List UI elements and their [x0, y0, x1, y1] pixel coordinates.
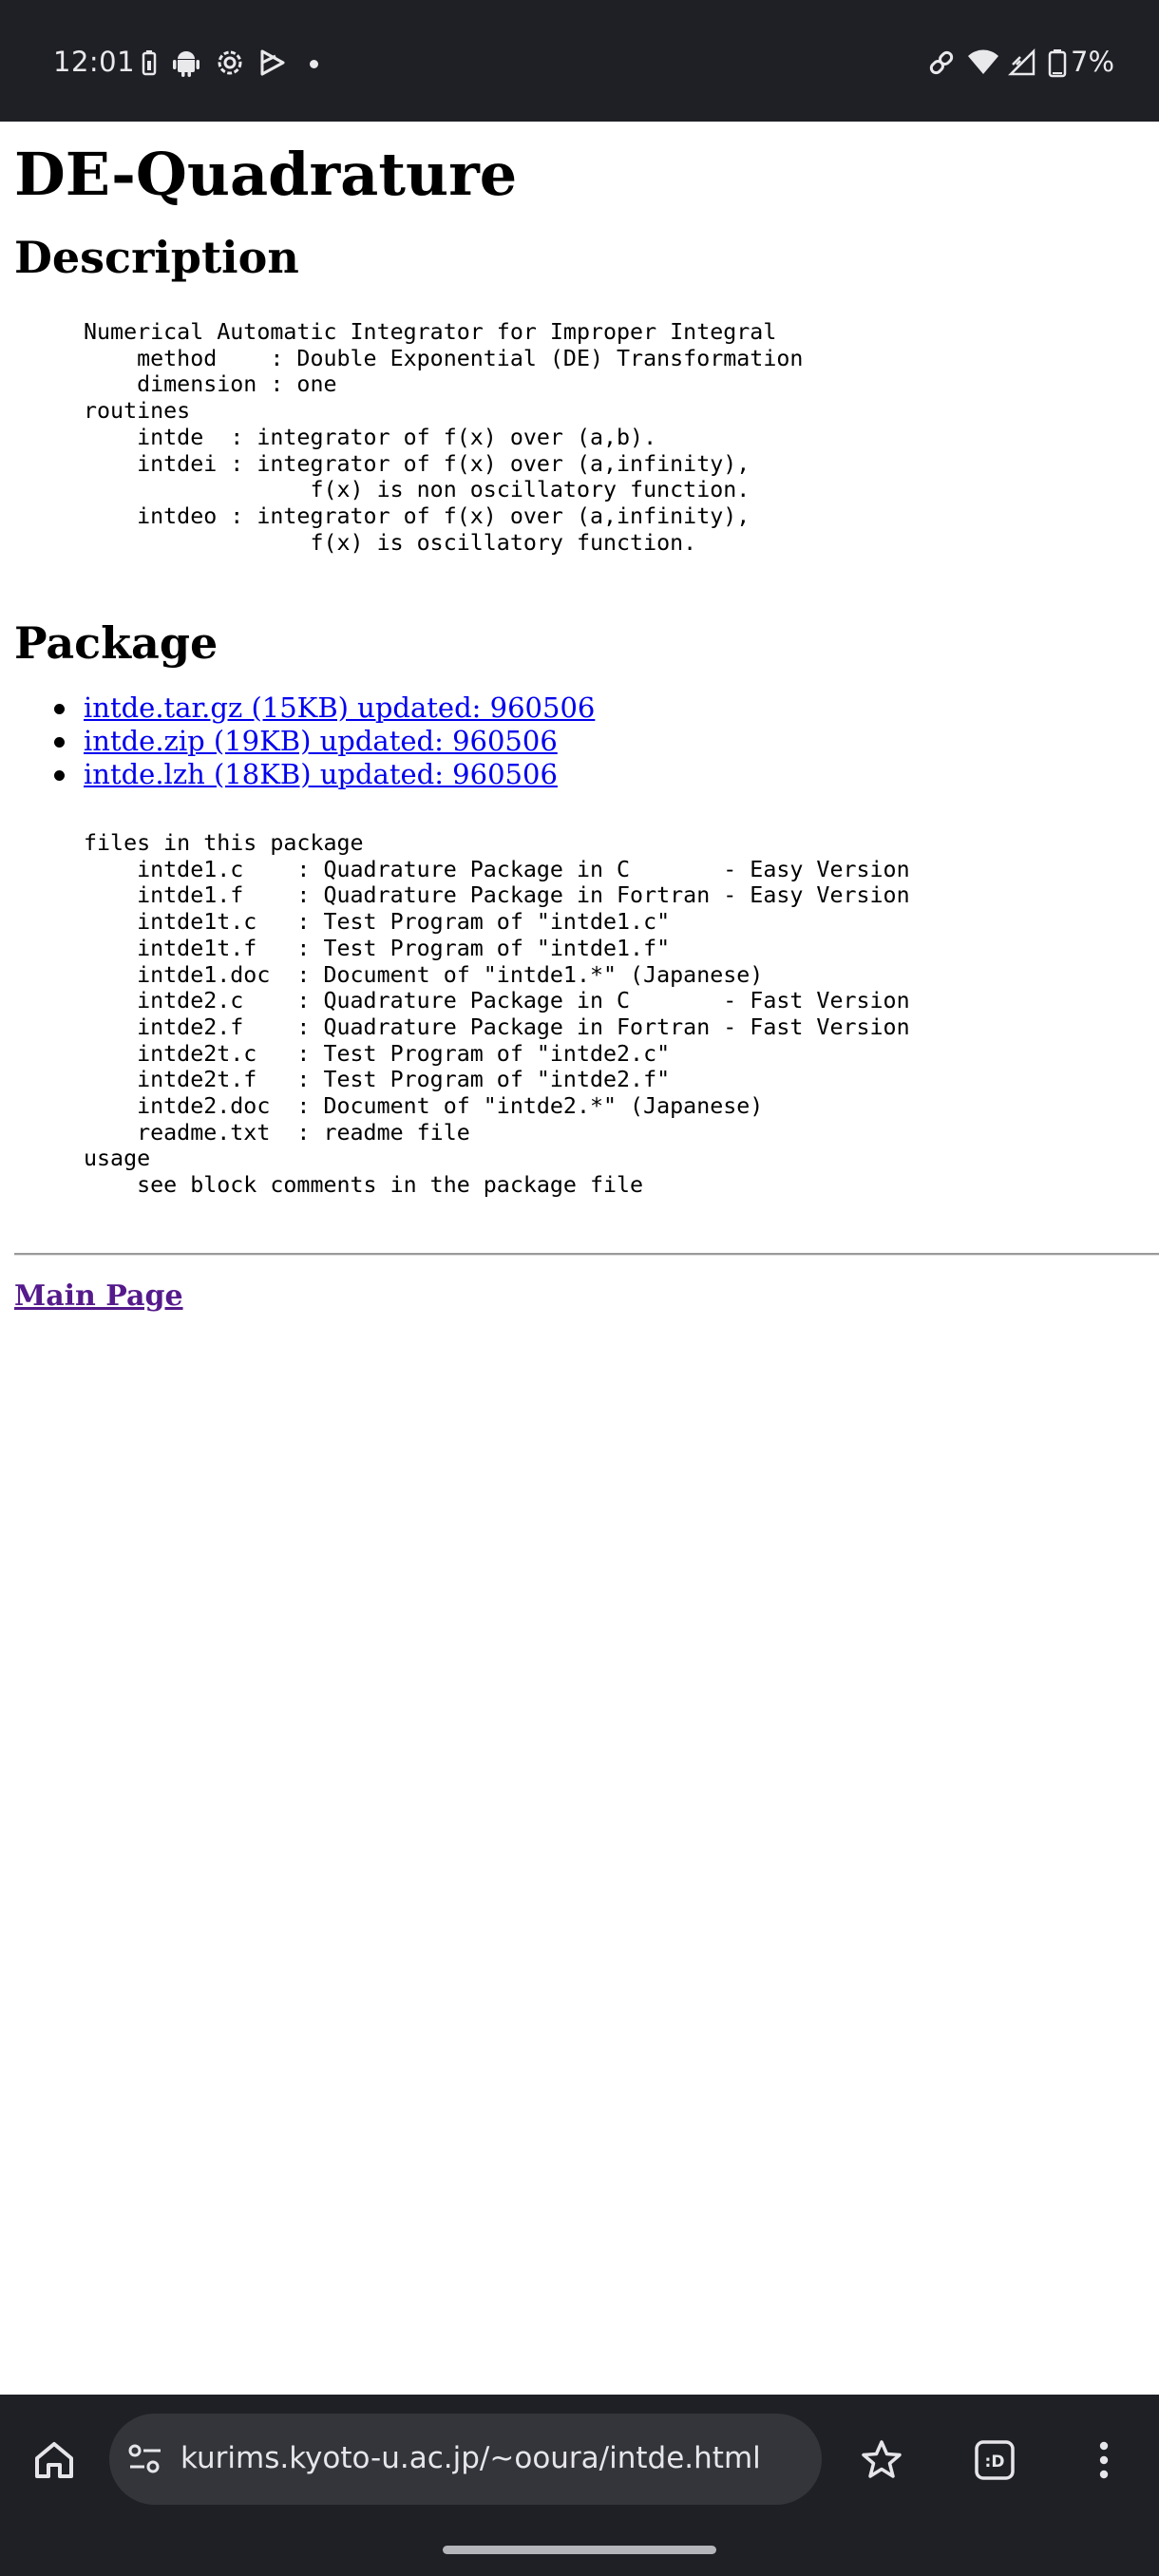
package-heading: Package	[14, 617, 218, 669]
more-vert-icon	[1099, 2441, 1109, 2479]
tab-switcher-icon: :D	[975, 2440, 1015, 2480]
bookmark-button[interactable]	[848, 2427, 915, 2493]
list-item: intde.zip (19KB) updated: 960506	[53, 725, 595, 758]
main-page-link[interactable]: Main Page	[14, 1279, 183, 1313]
home-button[interactable]	[21, 2427, 87, 2493]
download-link-tar-gz[interactable]: intde.tar.gz (15KB) updated: 960506	[84, 691, 595, 724]
more-options-button[interactable]	[1071, 2427, 1137, 2493]
horizontal-divider	[14, 1253, 1159, 1256]
battery-saver-icon	[142, 50, 157, 76]
home-icon	[35, 2442, 73, 2478]
page-title: DE-Quadrature	[14, 140, 518, 209]
settings-icon	[218, 50, 242, 75]
gesture-handle[interactable]	[443, 2546, 716, 2554]
status-time: 12:01	[53, 46, 136, 78]
wifi-icon	[968, 49, 998, 74]
package-files-text: files in this package intde1.c : Quadrat…	[84, 830, 910, 1199]
link-icon	[929, 50, 954, 75]
star-icon	[862, 2440, 902, 2478]
play-store-icon	[260, 49, 285, 76]
description-heading: Description	[14, 232, 299, 283]
download-link-zip[interactable]: intde.zip (19KB) updated: 960506	[84, 725, 558, 757]
browser-toolbar: kurims.kyoto-u.ac.jp/~ooura/intde.html :…	[0, 2395, 1159, 2576]
url-text: kurims.kyoto-u.ac.jp/~ooura/intde.html	[180, 2441, 761, 2475]
tab-switcher-button[interactable]: :D	[961, 2427, 1028, 2493]
web-page: DE-Quadrature Description Numerical Auto…	[14, 122, 1159, 1313]
battery-icon	[1048, 49, 1067, 78]
android-icon	[173, 51, 200, 77]
notification-dot-icon	[310, 60, 318, 68]
battery-percent: 7%	[1071, 46, 1115, 78]
list-item: intde.tar.gz (15KB) updated: 960506	[53, 691, 595, 725]
status-bar: 12:01 7%	[0, 0, 1159, 122]
site-settings-icon	[128, 2444, 161, 2473]
tab-label: :D	[985, 2453, 1005, 2472]
download-list: intde.tar.gz (15KB) updated: 960506 intd…	[14, 691, 595, 791]
download-link-lzh[interactable]: intde.lzh (18KB) updated: 960506	[84, 758, 558, 790]
url-bar[interactable]: kurims.kyoto-u.ac.jp/~ooura/intde.html	[109, 2414, 822, 2505]
description-text: Numerical Automatic Integrator for Impro…	[84, 319, 804, 556]
signal-icon	[1007, 47, 1036, 76]
list-item: intde.lzh (18KB) updated: 960506	[53, 758, 595, 791]
